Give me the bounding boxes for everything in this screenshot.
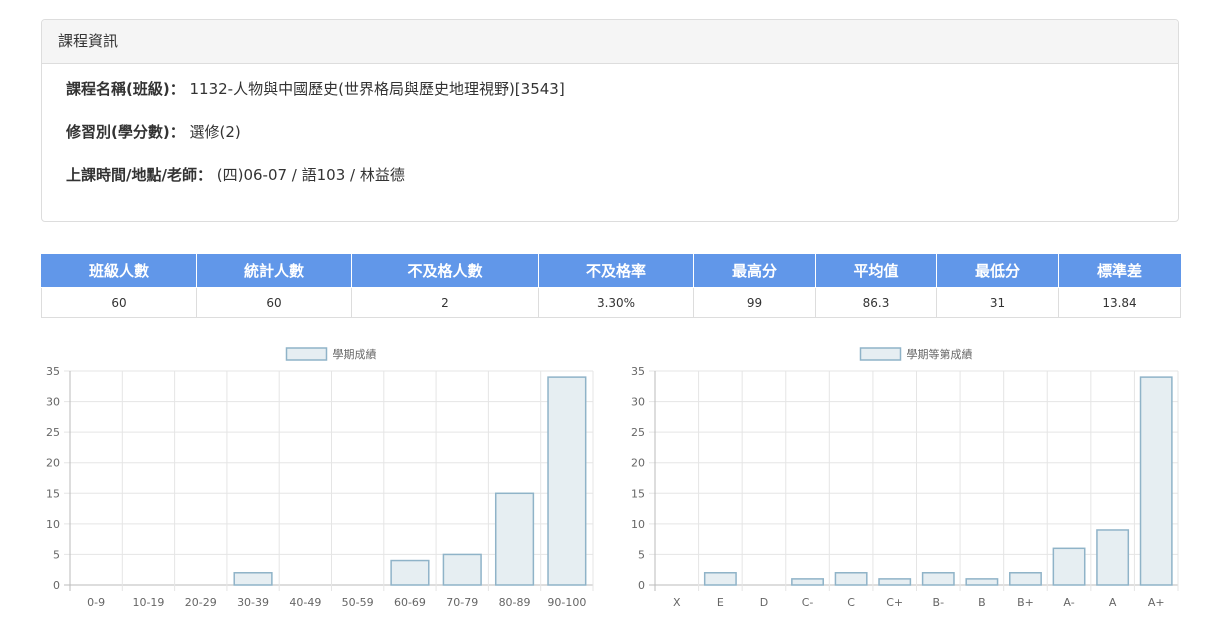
x-tick-label: B+ bbox=[1017, 596, 1034, 609]
value-mean: 86.3 bbox=[815, 287, 937, 318]
course-schedule-row: 上課時間/地點/老師： (四)06-07 / 語103 / 林益德 bbox=[66, 164, 1154, 186]
bar bbox=[965, 578, 999, 586]
value-counted: 60 bbox=[196, 287, 352, 318]
x-tick-label: B bbox=[978, 596, 986, 609]
legend-swatch bbox=[859, 347, 902, 361]
x-tick-label: 60-69 bbox=[394, 596, 426, 609]
y-tick-label: 20 bbox=[631, 457, 645, 470]
y-tick-label: 15 bbox=[631, 487, 645, 500]
y-tick-label: 35 bbox=[631, 365, 645, 378]
score-statistics-table: 班級人數 統計人數 不及格人數 不及格率 最高分 平均值 最低分 標準差 60 … bbox=[41, 254, 1181, 318]
bar bbox=[1052, 547, 1086, 586]
course-info-panel: 課程資訊 課程名稱(班級)： 1132-人物與中國歷史(世界格局與歷史地理視野)… bbox=[41, 19, 1179, 222]
value-class-size: 60 bbox=[41, 287, 197, 318]
x-tick-label: E bbox=[717, 596, 724, 609]
course-schedule-label: 上課時間/地點/老師： bbox=[66, 166, 212, 184]
legend-swatch bbox=[285, 347, 328, 361]
value-max: 99 bbox=[693, 287, 816, 318]
chart-legend: 學期等第成績 bbox=[859, 347, 973, 361]
score-distribution-chart: 學期成績 0 5 10 15 20 25 30 35 0-9 10-19 20-29 30-39 40-4… bbox=[30, 340, 600, 620]
x-tick-label: D bbox=[760, 596, 768, 609]
x-tick-label: 0-9 bbox=[87, 596, 105, 609]
y-tick-label: 35 bbox=[46, 365, 60, 378]
x-tick-label: X bbox=[673, 596, 681, 609]
stats-header-row: 班級人數 統計人數 不及格人數 不及格率 最高分 平均值 最低分 標準差 bbox=[41, 254, 1181, 288]
bar bbox=[1009, 572, 1042, 586]
header-counted: 統計人數 bbox=[196, 254, 352, 288]
y-tick-label: 0 bbox=[638, 579, 645, 592]
x-tick-label: 30-39 bbox=[237, 596, 269, 609]
y-tick-label: 5 bbox=[53, 548, 60, 561]
x-tick-label: 70-79 bbox=[446, 596, 478, 609]
bar bbox=[834, 572, 868, 586]
bar bbox=[233, 572, 273, 586]
bar bbox=[494, 492, 535, 586]
legend-label: 學期成績 bbox=[333, 347, 377, 361]
bar bbox=[1096, 529, 1130, 586]
value-fail-rate: 3.30% bbox=[538, 287, 694, 318]
x-tick-label: 20-29 bbox=[185, 596, 217, 609]
header-stddev: 標準差 bbox=[1058, 254, 1181, 288]
header-mean: 平均值 bbox=[815, 254, 937, 288]
y-tick-label: 30 bbox=[46, 396, 60, 409]
course-name-row: 課程名稱(班級)： 1132-人物與中國歷史(世界格局與歷史地理視野)[3543… bbox=[66, 78, 1154, 100]
header-min: 最低分 bbox=[936, 254, 1059, 288]
y-tick-label: 20 bbox=[46, 457, 60, 470]
bar bbox=[703, 572, 737, 586]
x-tick-label: C+ bbox=[886, 596, 903, 609]
panel-body: 課程名稱(班級)： 1132-人物與中國歷史(世界格局與歷史地理視野)[3543… bbox=[42, 64, 1178, 186]
course-schedule-value: (四)06-07 / 語103 / 林益德 bbox=[216, 166, 405, 184]
value-min: 31 bbox=[936, 287, 1059, 318]
course-type-row: 修習別(學分數)： 選修(2) bbox=[66, 121, 1154, 143]
x-tick-label: 50-59 bbox=[342, 596, 374, 609]
stats-value-row: 60 60 2 3.30% 99 86.3 31 13.84 bbox=[41, 287, 1181, 318]
y-tick-label: 25 bbox=[631, 426, 645, 439]
course-name-label: 課程名稱(班級)： bbox=[66, 80, 185, 98]
x-tick-label: 90-100 bbox=[547, 596, 586, 609]
value-stddev: 13.84 bbox=[1058, 287, 1181, 318]
y-tick-label: 15 bbox=[46, 487, 60, 500]
panel-heading: 課程資訊 bbox=[42, 20, 1178, 64]
bar bbox=[1139, 376, 1173, 586]
grade-distribution-chart: 學期等第成績 0 5 10 15 20 25 30 35 X E D C- C C+ B- B B+ A- A A+ bbox=[615, 340, 1185, 620]
bar bbox=[442, 553, 482, 586]
x-tick-label: C bbox=[847, 596, 855, 609]
y-tick-label: 0 bbox=[53, 579, 60, 592]
x-tick-label: 80-89 bbox=[499, 596, 531, 609]
header-class-size: 班級人數 bbox=[41, 254, 197, 288]
x-tick-label: A+ bbox=[1148, 596, 1165, 609]
course-type-label: 修習別(學分數)： bbox=[66, 123, 185, 141]
header-fail-rate: 不及格率 bbox=[538, 254, 694, 288]
y-tick-label: 10 bbox=[46, 518, 60, 531]
y-tick-label: 5 bbox=[638, 548, 645, 561]
bar bbox=[921, 572, 955, 586]
x-tick-label: B- bbox=[933, 596, 945, 609]
header-fail-count: 不及格人數 bbox=[351, 254, 539, 288]
x-tick-label: 10-19 bbox=[132, 596, 164, 609]
x-tick-label: 40-49 bbox=[289, 596, 321, 609]
y-tick-label: 10 bbox=[631, 518, 645, 531]
course-type-value: 選修(2) bbox=[189, 123, 241, 141]
value-fail-count: 2 bbox=[351, 287, 539, 318]
bar bbox=[791, 578, 824, 586]
x-tick-label: A- bbox=[1063, 596, 1074, 609]
score-distribution-svg: 學期成績 0 5 10 15 20 25 30 35 0-9 10-19 20-29 30-39 40-4… bbox=[46, 347, 594, 609]
x-tick-label: C- bbox=[802, 596, 814, 609]
y-tick-label: 25 bbox=[46, 426, 60, 439]
y-tick-label: 30 bbox=[631, 396, 645, 409]
legend-label: 學期等第成績 bbox=[907, 347, 973, 361]
chart-legend: 學期成績 bbox=[285, 347, 377, 361]
x-tick-label: A bbox=[1109, 596, 1117, 609]
bar bbox=[878, 578, 912, 586]
bar bbox=[390, 559, 430, 586]
grade-distribution-svg: 學期等第成績 0 5 10 15 20 25 30 35 X E D C- C C+ B- B B+ A- A A+ bbox=[631, 347, 1179, 609]
bar bbox=[547, 376, 587, 586]
header-max: 最高分 bbox=[693, 254, 816, 288]
course-name-value: 1132-人物與中國歷史(世界格局與歷史地理視野)[3543] bbox=[189, 80, 565, 98]
